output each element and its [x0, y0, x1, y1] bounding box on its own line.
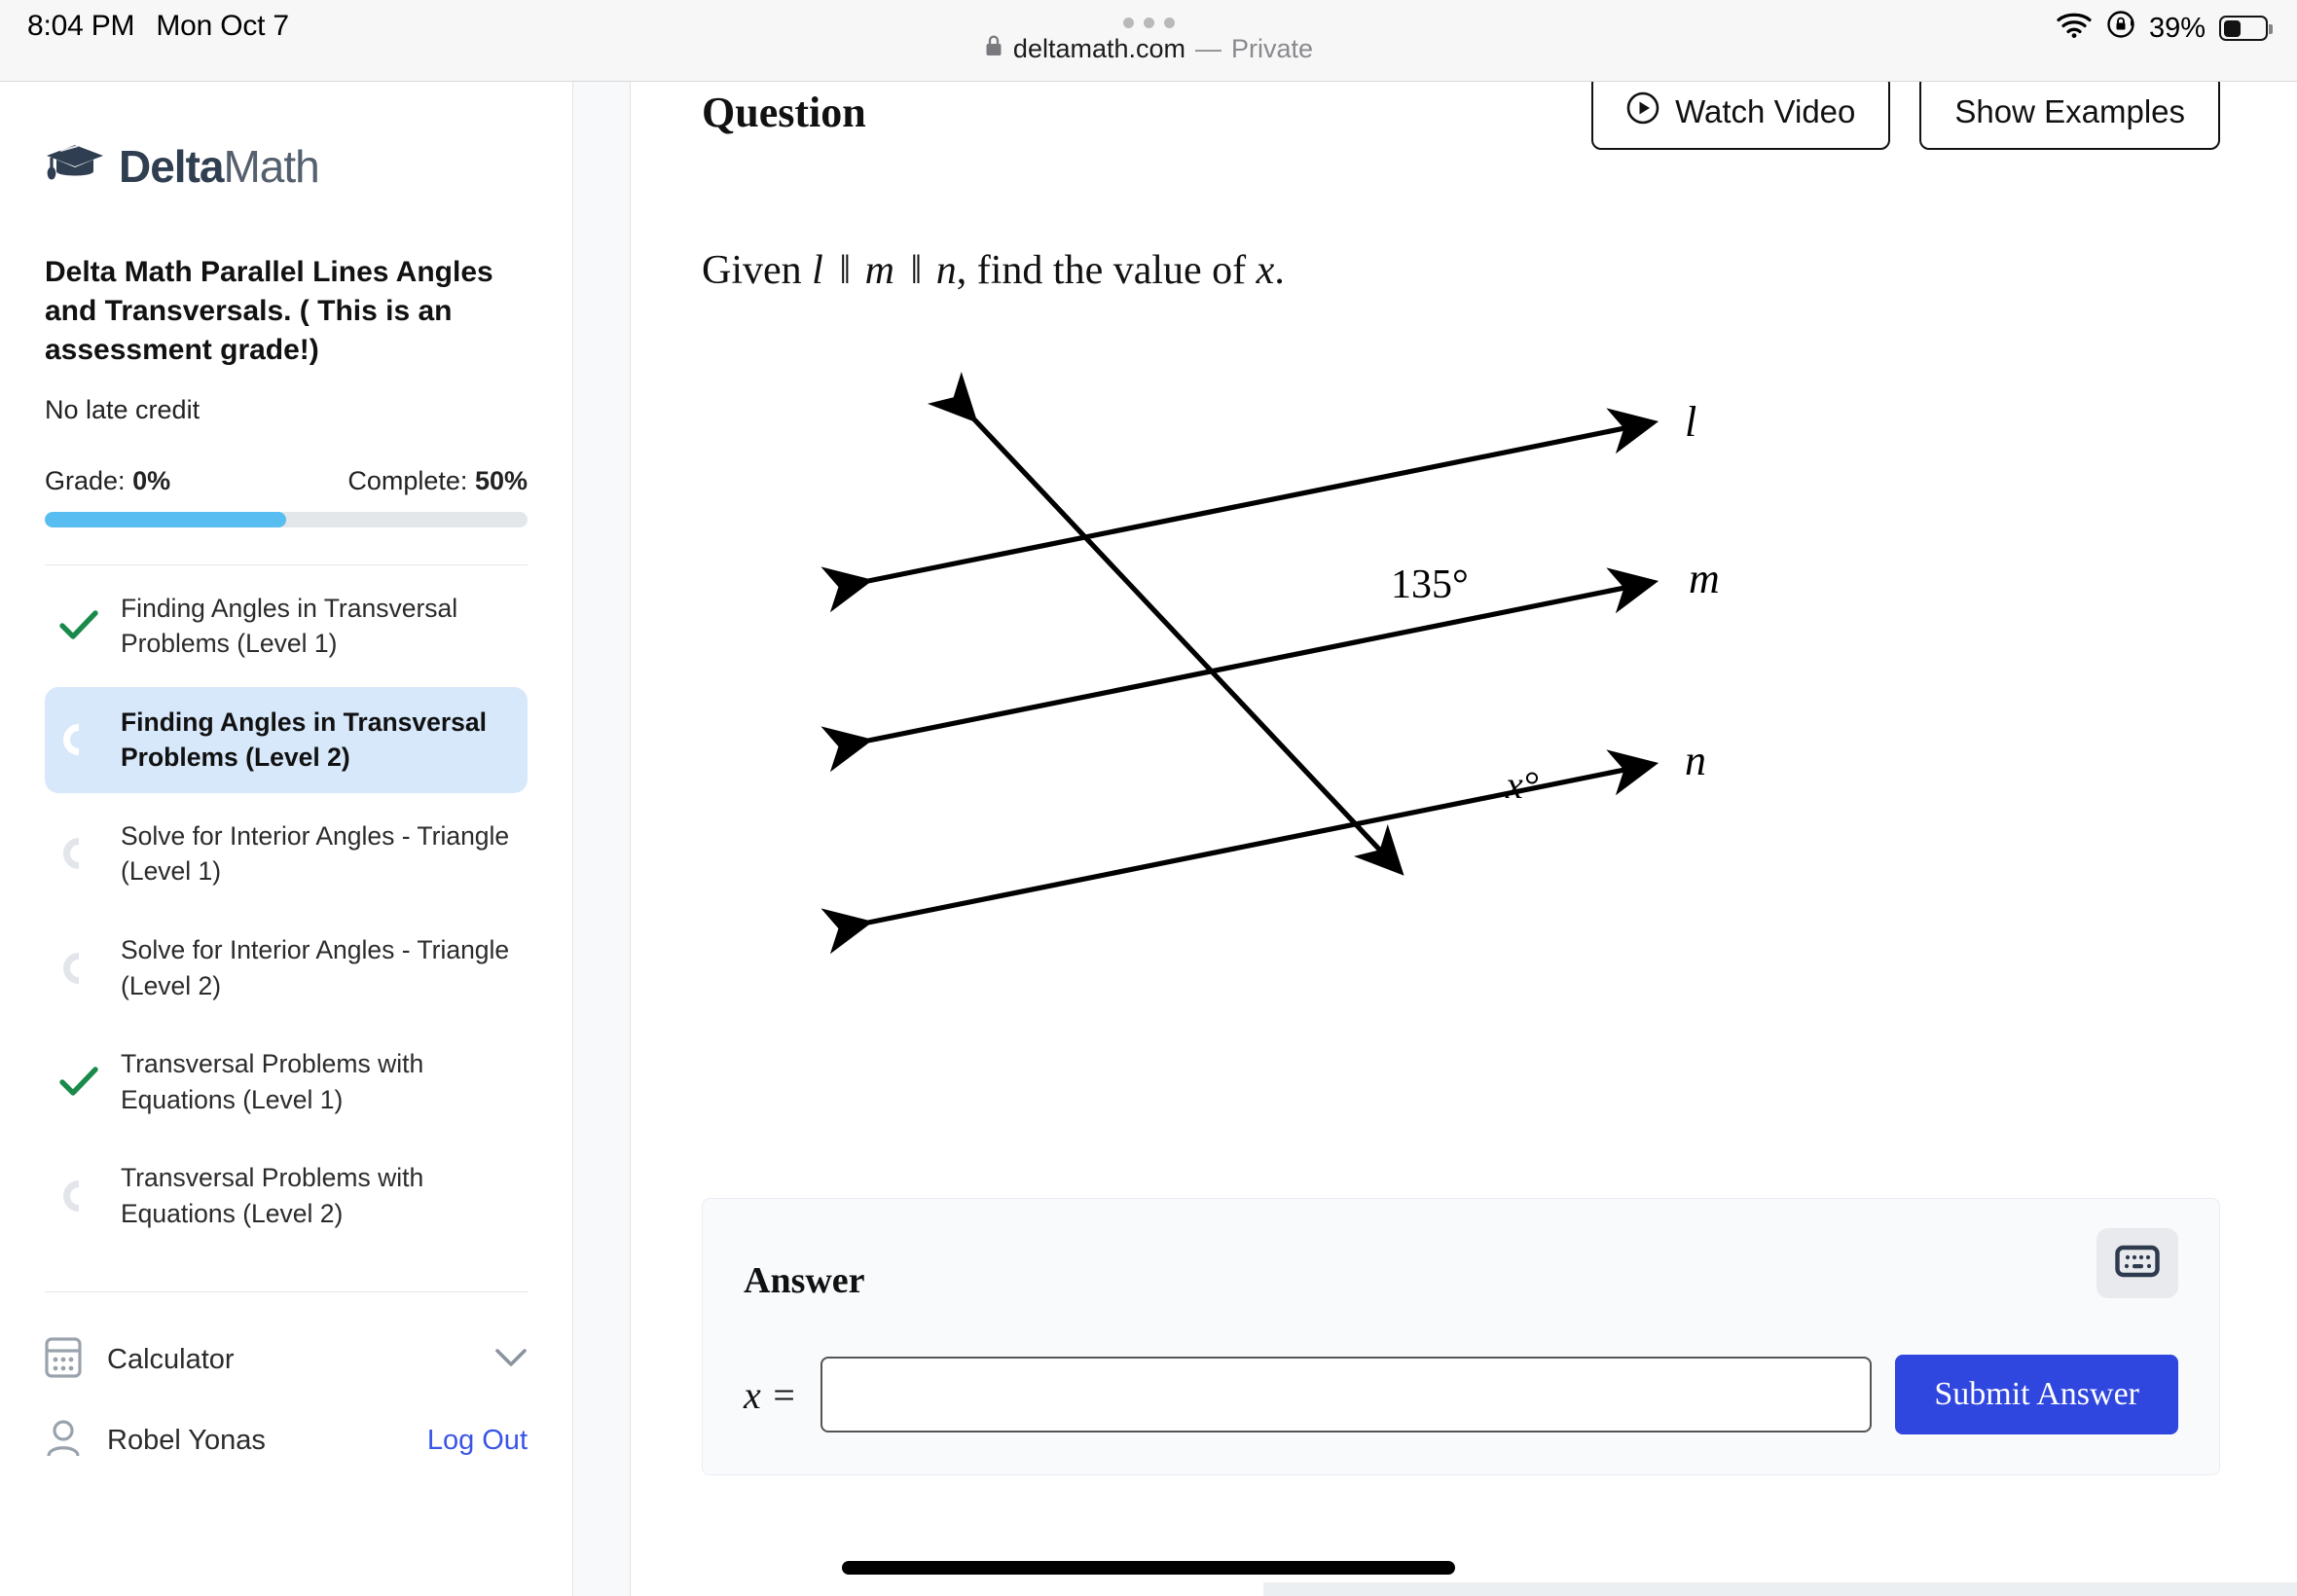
chevron-down-icon[interactable] [494, 1347, 528, 1373]
grade-summary: Grade: 0% Complete: 50% [45, 466, 528, 496]
sidebar-item-finding-angles-level-2[interactable]: Finding Angles in Transversal Problems (… [45, 686, 528, 793]
diagram-lines [820, 372, 1659, 955]
complete-stat: Complete: 50% [347, 466, 528, 496]
logo-wordmark: DeltaMath [119, 140, 320, 193]
answer-input[interactable] [820, 1357, 1873, 1433]
submit-answer-button[interactable]: Submit Answer [1895, 1355, 2178, 1434]
battery-percent: 39% [2148, 12, 2206, 44]
completion-progress-bar [45, 511, 528, 527]
status-bar-right: 39% [2056, 10, 2273, 47]
progress-ring-icon [58, 1178, 99, 1215]
answer-input-row: x = Submit Answer [744, 1355, 2178, 1434]
prompt-parallel-2: ‖ [910, 248, 922, 293]
calculator-icon [45, 1337, 82, 1383]
play-circle-icon [1626, 91, 1659, 132]
wifi-icon [2056, 11, 2093, 46]
prompt-parallel-1: ‖ [839, 248, 851, 293]
show-examples-label: Show Examples [1954, 93, 2185, 129]
progress-ring-icon [58, 721, 99, 758]
content-gutter [572, 82, 631, 1596]
progress-ring-icon [58, 950, 99, 987]
prompt-period: . [1274, 248, 1285, 293]
prompt-line-l: l [812, 248, 823, 293]
line-l [820, 408, 1659, 613]
graduation-cap-icon [45, 142, 105, 192]
user-name: Robel Yonas [107, 1425, 266, 1457]
page-title: Question [702, 88, 866, 136]
ipad-screen: 8:04 PM Mon Oct 7 39% deltamath.com — Pr… [0, 0, 2297, 1596]
progress-ring-icon [58, 835, 99, 872]
grade-value: 0% [132, 465, 171, 495]
sidebar-item-finding-angles-level-1[interactable]: Finding Angles in Transversal Problems (… [45, 573, 528, 679]
logo-text-light: Math [223, 141, 319, 192]
angle-label-x: x° [1505, 763, 1539, 807]
grade-stat: Grade: 0% [45, 466, 170, 496]
late-credit-note: No late credit [45, 394, 201, 424]
answer-prefix: x = [744, 1372, 797, 1417]
prompt-lead: Given [702, 248, 802, 293]
status-bar: 8:04 PM Mon Oct 7 39% [0, 0, 2297, 82]
assignment-title: Delta Math Parallel Lines Angles and Tra… [45, 256, 493, 366]
watch-video-button[interactable]: Watch Video [1591, 82, 1891, 150]
sidebar-item-label: Solve for Interior Angles - Triangle (Le… [121, 820, 510, 887]
prompt-variable: x [1256, 248, 1275, 293]
main-content: Question Watch Video Show Examples Given… [632, 82, 2297, 1596]
keyboard-icon [2115, 1244, 2160, 1284]
sidebar-item-transversal-equations-level-1[interactable]: Transversal Problems with Equations (Lev… [45, 1029, 528, 1135]
sidebar-item-label: Solve for Interior Angles - Triangle (Le… [121, 935, 510, 1000]
answer-title: Answer [744, 1260, 865, 1301]
rotation-lock-icon [2106, 10, 2135, 47]
parallel-lines-diagram: l m n 135° x° [820, 372, 1720, 955]
header-actions: Watch Video Show Examples [1591, 82, 2220, 150]
check-icon [58, 610, 99, 641]
answer-panel: Answer x = Submit Answer [702, 1198, 2220, 1475]
prompt-tail: , find the value of [956, 248, 1247, 293]
label-line-l: l [1685, 398, 1696, 446]
log-out-link[interactable]: Log Out [427, 1425, 528, 1457]
check-icon [58, 1067, 99, 1098]
sidebar-item-interior-angles-level-1[interactable]: Solve for Interior Angles - Triangle (Le… [45, 801, 528, 907]
keyboard-toggle-button[interactable] [2096, 1228, 2178, 1298]
show-examples-button[interactable]: Show Examples [1919, 82, 2220, 150]
sidebar-divider-bottom [45, 1291, 528, 1293]
sidebar-item-transversal-equations-level-2[interactable]: Transversal Problems with Equations (Lev… [45, 1143, 528, 1249]
line-m [820, 567, 1659, 773]
user-row: Robel Yonas Log Out [45, 1418, 528, 1464]
angle-label-135: 135° [1391, 562, 1469, 607]
sidebar: DeltaMath Delta Math Parallel Lines Angl… [0, 82, 572, 1596]
deltamath-logo[interactable]: DeltaMath [45, 140, 528, 193]
task-list: Finding Angles in Transversal Problems (… [45, 573, 528, 1250]
sidebar-divider-top [45, 563, 528, 565]
label-line-n: n [1685, 737, 1706, 784]
question-prompt: Given l ‖ m ‖ n, find the value of x. [702, 247, 1285, 294]
clock: 8:04 PM [27, 10, 135, 42]
label-line-m: m [1689, 555, 1720, 602]
sidebar-item-label: Transversal Problems with Equations (Lev… [121, 1049, 424, 1114]
bottom-strip [1263, 1582, 2297, 1596]
person-icon [45, 1418, 82, 1464]
logo-text-bold: Delta [119, 141, 224, 192]
grade-label: Grade: [45, 465, 126, 495]
sidebar-item-interior-angles-level-2[interactable]: Solve for Interior Angles - Triangle (Le… [45, 915, 528, 1021]
prompt-line-m: m [864, 248, 894, 293]
prompt-line-n: n [935, 248, 957, 293]
calculator-label: Calculator [107, 1344, 235, 1376]
status-bar-left: 8:04 PM Mon Oct 7 [27, 10, 289, 43]
date: Mon Oct 7 [156, 10, 289, 42]
sidebar-item-label: Finding Angles in Transversal Problems (… [121, 707, 487, 773]
battery-icon [2219, 16, 2273, 41]
complete-value: 50% [474, 465, 528, 495]
watch-video-label: Watch Video [1675, 93, 1856, 129]
completion-progress-fill [45, 511, 286, 527]
sidebar-item-label: Finding Angles in Transversal Problems (… [121, 593, 458, 659]
home-indicator[interactable] [842, 1561, 1455, 1575]
complete-label: Complete: [347, 465, 468, 495]
calculator-row[interactable]: Calculator [45, 1337, 528, 1383]
sidebar-item-label: Transversal Problems with Equations (Lev… [121, 1163, 424, 1228]
question-header: Question Watch Video Show Examples [702, 82, 2220, 150]
